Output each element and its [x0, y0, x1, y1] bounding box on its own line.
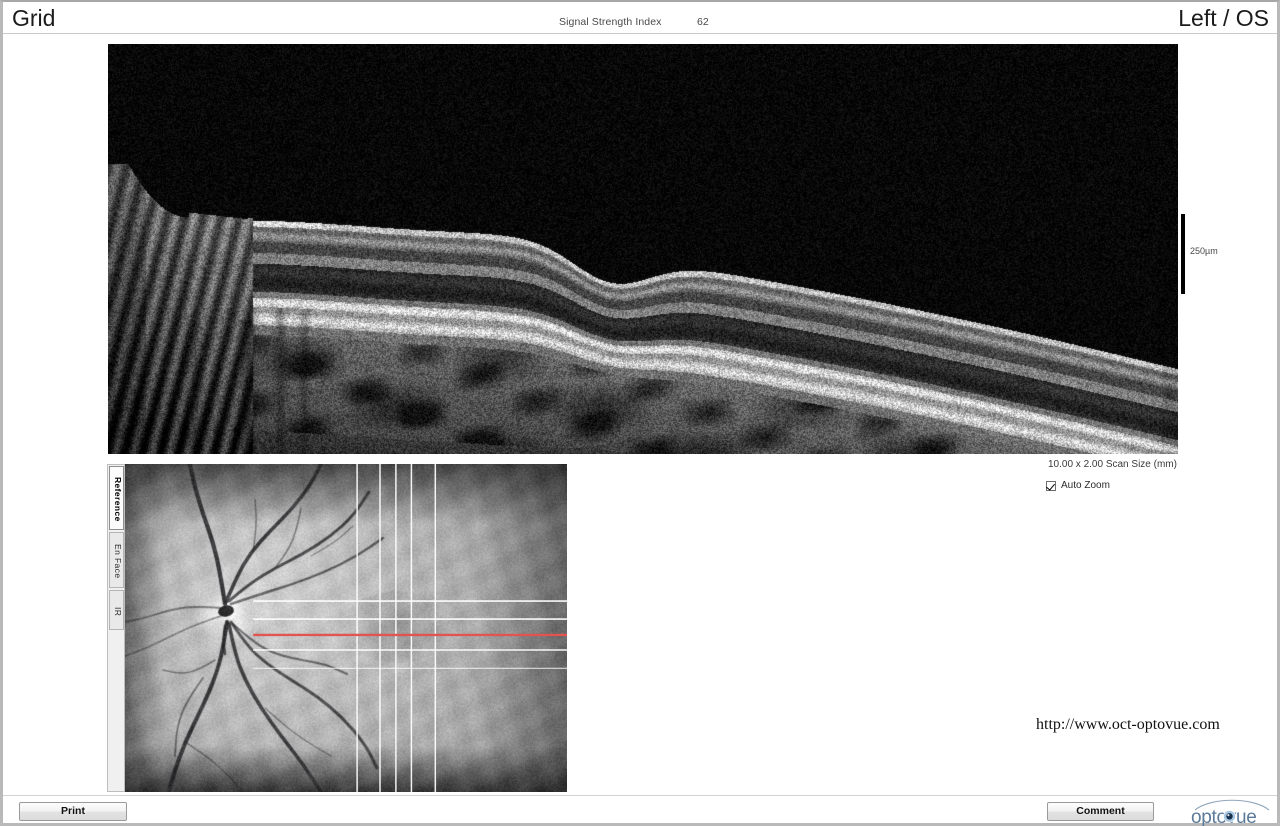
oct-bscan-canvas	[108, 44, 1178, 454]
report-header: Grid Signal Strength Index 62 Left / OS	[3, 2, 1277, 34]
oct-report-window: Grid Signal Strength Index 62 Left / OS …	[0, 0, 1280, 826]
fundus-reference-image[interactable]	[125, 464, 567, 792]
auto-zoom-checkbox-row[interactable]: Auto Zoom	[1046, 480, 1110, 491]
print-button[interactable]: Print	[19, 802, 127, 821]
auto-zoom-label: Auto Zoom	[1061, 480, 1110, 491]
signal-strength-index-value: 62	[697, 16, 709, 28]
comment-button[interactable]: Comment	[1047, 802, 1154, 821]
scale-bar-line	[1181, 214, 1185, 294]
footer-divider	[3, 795, 1277, 796]
header-divider	[3, 33, 1277, 34]
scan-size-text: 10.00 x 2.00 Scan Size (mm)	[1048, 459, 1177, 470]
scale-bar-label: 250µm	[1190, 246, 1218, 256]
site-url-text: http://www.oct-optovue.com	[1036, 716, 1220, 733]
oct-bscan-image[interactable]	[108, 44, 1178, 454]
signal-strength-index-label: Signal Strength Index	[559, 16, 662, 28]
fundus-view-tabs: Reference En Face IR	[107, 464, 125, 792]
scale-bar: 250µm	[1181, 214, 1241, 294]
tab-en-face[interactable]: En Face	[109, 532, 124, 588]
page-title: Grid	[12, 5, 56, 31]
tab-ir[interactable]: IR	[109, 590, 124, 630]
tab-reference[interactable]: Reference	[109, 466, 124, 530]
auto-zoom-checkbox[interactable]	[1046, 480, 1056, 491]
optovue-logo: optovue	[1191, 799, 1270, 826]
laterality-label: Left / OS	[1178, 5, 1269, 31]
fundus-canvas	[125, 464, 567, 792]
